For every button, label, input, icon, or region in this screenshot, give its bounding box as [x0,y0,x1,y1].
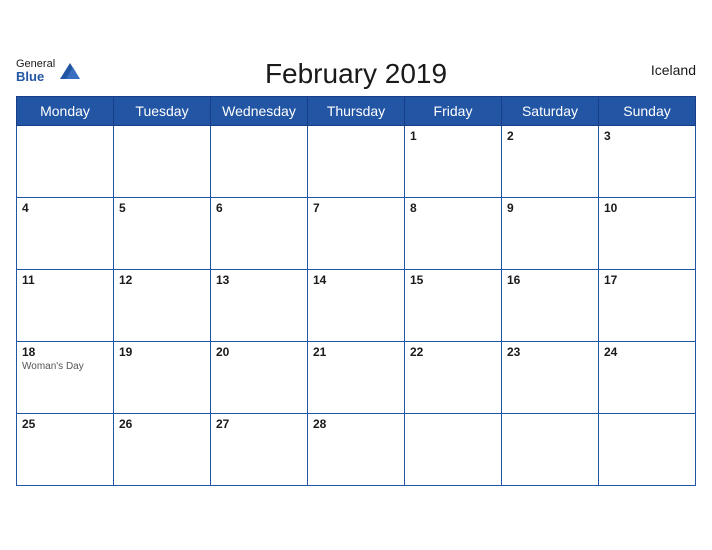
day-number: 21 [313,345,399,359]
day-number: 16 [507,273,593,287]
calendar-cell-2-5: 16 [502,270,599,342]
logo-area: General Blue [16,58,82,84]
calendar-table: Monday Tuesday Wednesday Thursday Friday… [16,96,696,486]
calendar-cell-1-3: 7 [308,198,405,270]
day-number: 11 [22,273,108,287]
weekday-sunday: Sunday [599,97,696,126]
day-number: 26 [119,417,205,431]
day-number: 28 [313,417,399,431]
weekday-saturday: Saturday [502,97,599,126]
day-number: 22 [410,345,496,359]
day-number: 12 [119,273,205,287]
calendar-wrapper: General Blue February 2019 Iceland Monda… [0,48,712,502]
calendar-cell-1-5: 9 [502,198,599,270]
country-label: Iceland [651,62,696,78]
calendar-cell-2-0: 11 [17,270,114,342]
day-number: 15 [410,273,496,287]
calendar-cell-4-2: 27 [211,414,308,486]
calendar-cell-4-5 [502,414,599,486]
day-number: 2 [507,129,593,143]
calendar-cell-4-1: 26 [114,414,211,486]
calendar-cell-3-0: 18 Woman's Day [17,342,114,414]
logo-blue: Blue [16,70,55,84]
calendar-cell-1-0: 4 [17,198,114,270]
calendar-row-2: 11 12 13 14 15 16 17 [17,270,696,342]
calendar-cell-3-4: 22 [405,342,502,414]
day-number: 7 [313,201,399,215]
calendar-cell-2-6: 17 [599,270,696,342]
day-number: 4 [22,201,108,215]
calendar-cell-0-1 [114,126,211,198]
calendar-cell-3-1: 19 [114,342,211,414]
logo-icon [58,59,82,83]
weekday-header-row: Monday Tuesday Wednesday Thursday Friday… [17,97,696,126]
day-number: 23 [507,345,593,359]
weekday-thursday: Thursday [308,97,405,126]
holiday-label: Woman's Day [22,361,108,372]
calendar-cell-1-2: 6 [211,198,308,270]
calendar-cell-1-1: 5 [114,198,211,270]
calendar-cell-2-3: 14 [308,270,405,342]
calendar-cell-2-1: 12 [114,270,211,342]
day-number: 6 [216,201,302,215]
calendar-body: 123456789101112131415161718Woman's Day19… [17,126,696,486]
day-number: 25 [22,417,108,431]
calendar-cell-2-2: 13 [211,270,308,342]
day-number: 9 [507,201,593,215]
calendar-cell-0-4: 1 [405,126,502,198]
calendar-cell-1-4: 8 [405,198,502,270]
calendar-cell-0-6: 3 [599,126,696,198]
weekday-wednesday: Wednesday [211,97,308,126]
calendar-cell-3-3: 21 [308,342,405,414]
calendar-cell-0-5: 2 [502,126,599,198]
calendar-row-1: 456789 10 [17,198,696,270]
calendar-row-0: 123 [17,126,696,198]
weekday-tuesday: Tuesday [114,97,211,126]
day-number: 14 [313,273,399,287]
calendar-cell-4-0: 25 [17,414,114,486]
calendar-row-4: 25 26 27 28 [17,414,696,486]
calendar-cell-4-4 [405,414,502,486]
calendar-cell-0-0 [17,126,114,198]
day-number: 8 [410,201,496,215]
day-number: 5 [119,201,205,215]
calendar-row-3: 18 Woman's Day 19 20 21 22 23 24 [17,342,696,414]
day-number: 24 [604,345,690,359]
calendar-title: February 2019 [265,58,447,90]
day-number: 10 [604,201,690,215]
weekday-monday: Monday [17,97,114,126]
day-number: 20 [216,345,302,359]
calendar-cell-4-3: 28 [308,414,405,486]
calendar-cell-0-2 [211,126,308,198]
day-number: 27 [216,417,302,431]
calendar-cell-0-3 [308,126,405,198]
calendar-cell-2-4: 15 [405,270,502,342]
calendar-cell-3-2: 20 [211,342,308,414]
day-number: 1 [410,129,496,143]
day-number: 17 [604,273,690,287]
calendar-cell-3-5: 23 [502,342,599,414]
logo-text: General Blue [16,58,55,84]
day-number: 3 [604,129,690,143]
day-number: 18 [22,345,108,359]
weekday-friday: Friday [405,97,502,126]
calendar-cell-4-6 [599,414,696,486]
calendar-cell-1-6: 10 [599,198,696,270]
day-number: 19 [119,345,205,359]
calendar-cell-3-6: 24 [599,342,696,414]
calendar-header: General Blue February 2019 Iceland [16,58,696,90]
day-number: 13 [216,273,302,287]
